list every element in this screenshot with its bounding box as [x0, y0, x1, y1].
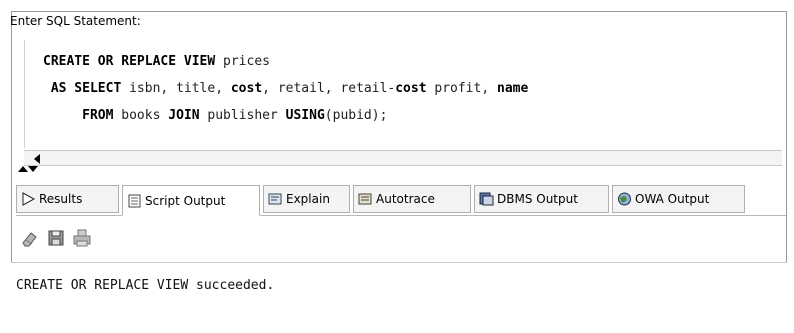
script-icon [127, 194, 142, 208]
sql-editor[interactable]: CREATE OR REPLACE VIEW prices AS SELECT … [24, 40, 782, 148]
save-icon[interactable] [46, 228, 66, 248]
tab-explain[interactable]: Explain [263, 185, 350, 213]
scroll-left-arrow-icon[interactable] [34, 154, 40, 164]
editor-horizontal-scrollbar[interactable] [24, 150, 782, 166]
sql-text: , retail, retail- [262, 81, 396, 96]
sql-text: books [113, 108, 169, 123]
output-tabs: Results Script Output Explain Autotrace … [16, 185, 786, 216]
tab-dbms-output-label: DBMS Output [497, 192, 578, 206]
owa-icon [617, 192, 632, 206]
tab-script-output[interactable]: Script Output [122, 185, 260, 216]
print-icon[interactable] [72, 228, 92, 248]
tab-script-output-label: Script Output [145, 193, 226, 208]
sql-text: prices [215, 54, 270, 69]
sql-keyword: cost [230, 81, 263, 96]
sql-text: (pubid); [324, 108, 388, 123]
enter-sql-label: Enter SQL Statement: [10, 14, 141, 28]
code-line-1: CREATE OR REPLACE VIEW prices [43, 54, 270, 69]
sql-keyword: USING [285, 108, 325, 123]
sql-keyword: JOIN [168, 108, 200, 123]
play-icon [21, 192, 36, 206]
explain-icon [268, 192, 283, 206]
tab-owa-output[interactable]: OWA Output [612, 185, 745, 213]
eraser-icon[interactable] [20, 228, 40, 248]
sql-keyword: FROM [43, 108, 114, 123]
sql-keyword: CREATE OR REPLACE VIEW [43, 54, 216, 69]
tab-explain-label: Explain [286, 192, 330, 206]
sql-text: isbn, title, [121, 81, 231, 96]
code-line-2: AS SELECT isbn, title, cost, retail, ret… [43, 81, 529, 96]
tab-autotrace[interactable]: Autotrace [353, 185, 471, 213]
script-output-text: CREATE OR REPLACE VIEW succeeded. [16, 278, 275, 293]
script-output-pane[interactable] [11, 262, 787, 329]
tab-autotrace-label: Autotrace [376, 192, 435, 206]
sql-text: publisher [199, 108, 286, 123]
output-toolbar [20, 228, 140, 250]
code-line-3: FROM books JOIN publisher USING(pubid); [43, 108, 387, 123]
tab-owa-output-label: OWA Output [635, 192, 710, 206]
tab-results[interactable]: Results [16, 185, 119, 213]
tab-dbms-output[interactable]: DBMS Output [474, 185, 609, 213]
autotrace-icon [358, 192, 373, 206]
sql-text: profit, [426, 81, 497, 96]
dbms-icon [479, 192, 494, 206]
sql-keyword: cost [395, 81, 427, 96]
tab-results-label: Results [39, 192, 83, 206]
splitter-down-arrow-icon[interactable] [28, 166, 38, 172]
sql-keyword: AS SELECT [43, 81, 122, 96]
splitter-up-arrow-icon[interactable] [18, 166, 28, 172]
sql-keyword: name [497, 81, 529, 96]
